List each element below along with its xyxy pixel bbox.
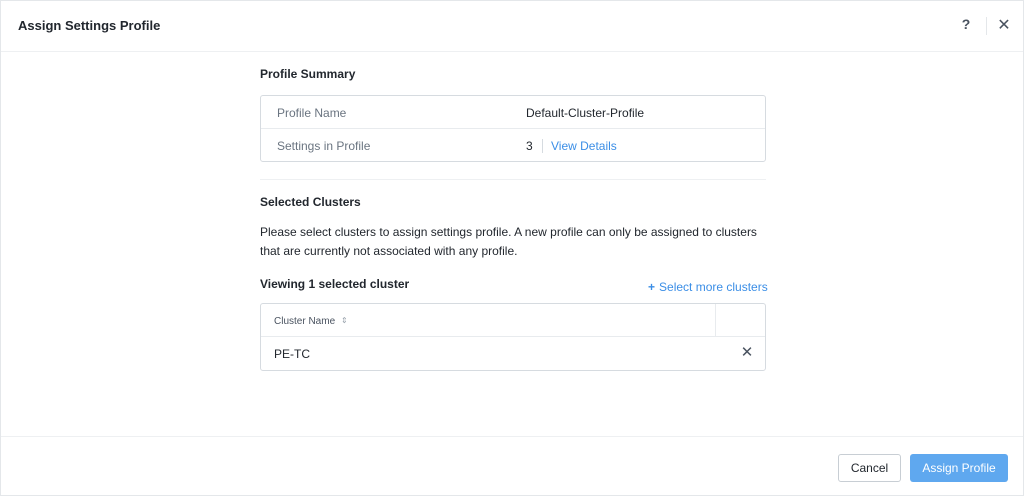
column-header-cluster-name[interactable]: Cluster Name: [274, 316, 335, 327]
count-separator: [542, 139, 543, 153]
header-divider: [986, 17, 987, 35]
assign-profile-button[interactable]: Assign Profile: [910, 454, 1008, 482]
select-more-clusters-link[interactable]: + Select more clusters: [648, 280, 768, 294]
summary-row-profile-name: Profile Name Default-Cluster-Profile: [261, 96, 765, 129]
viewing-count-text: Viewing 1 selected cluster: [260, 277, 410, 291]
dialog-footer: Cancel Assign Profile: [1, 436, 1023, 495]
question-mark-icon[interactable]: ?: [959, 16, 973, 34]
cluster-name-cell: PE-TC: [274, 347, 310, 361]
settings-count: 3: [526, 139, 533, 153]
summary-label: Profile Name: [277, 106, 347, 120]
cluster-table: Cluster Name ⇕ PE-TC ✕: [260, 303, 766, 371]
dialog-title: Assign Settings Profile: [18, 18, 161, 33]
summary-label: Settings in Profile: [277, 139, 371, 153]
table-header: Cluster Name ⇕: [261, 304, 765, 337]
profile-summary-title: Profile Summary: [260, 67, 356, 81]
remove-cluster-icon[interactable]: ✕: [739, 345, 755, 361]
selected-clusters-description: Please select clusters to assign setting…: [260, 225, 757, 258]
section-divider: [260, 179, 766, 180]
plus-icon: +: [648, 280, 656, 294]
close-icon[interactable]: ✕: [996, 17, 1012, 35]
header-column-separator: [715, 304, 716, 337]
assign-settings-profile-dialog: Assign Settings Profile ? ✕ Profile Summ…: [0, 0, 1024, 496]
cancel-button[interactable]: Cancel: [838, 454, 901, 482]
selected-clusters-title: Selected Clusters: [260, 195, 361, 209]
dialog-header: Assign Settings Profile ? ✕: [1, 1, 1023, 52]
table-row: PE-TC ✕: [261, 337, 765, 370]
select-more-label: Select more clusters: [659, 280, 768, 294]
summary-value: Default-Cluster-Profile: [526, 106, 645, 120]
sort-icon[interactable]: ⇕: [341, 316, 348, 325]
profile-summary-box: Profile Name Default-Cluster-Profile Set…: [260, 95, 766, 162]
summary-row-settings-count: Settings in Profile 3 View Details: [261, 129, 765, 162]
view-details-link[interactable]: View Details: [551, 139, 617, 153]
